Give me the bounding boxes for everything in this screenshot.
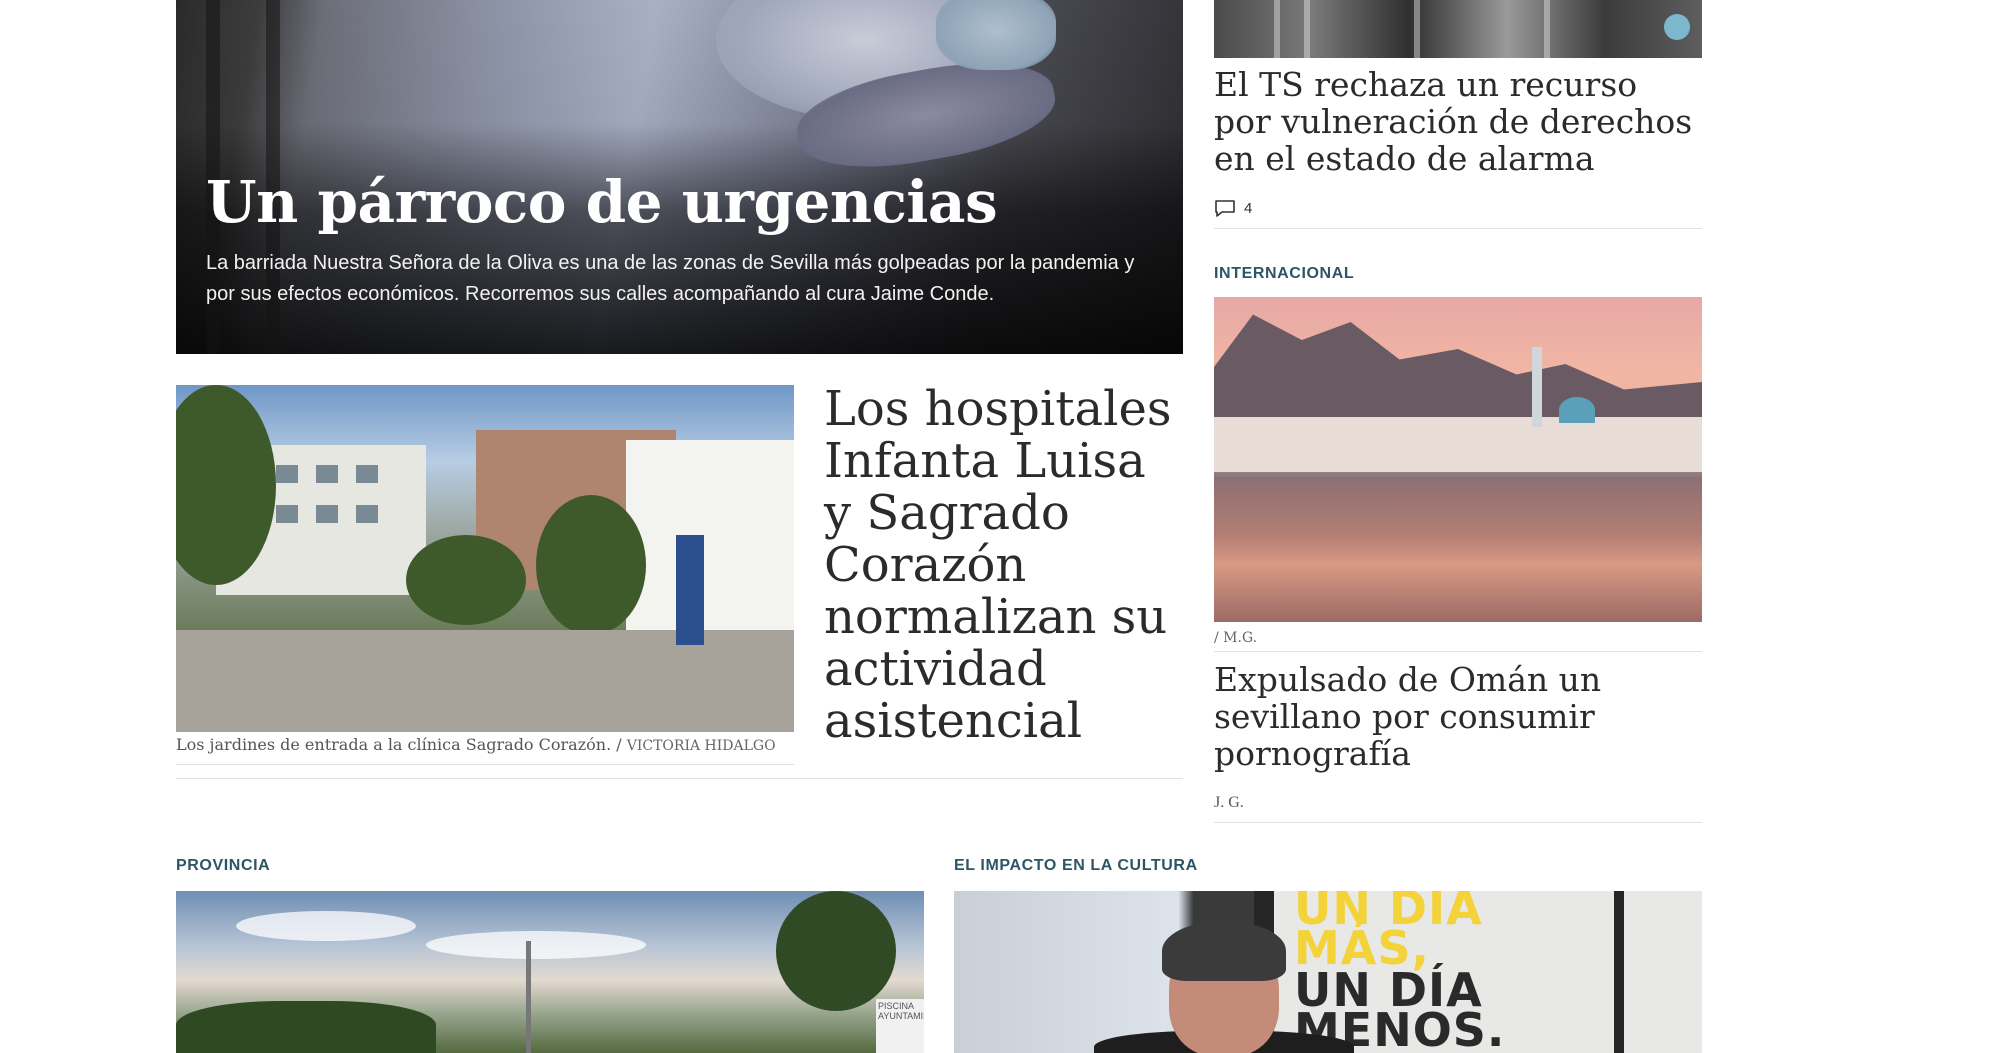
town-shape <box>1214 417 1702 472</box>
dome-shape <box>1559 397 1595 423</box>
hospital-story-title[interactable]: Los hospitales Infanta Luisa y Sagrado C… <box>824 383 1184 747</box>
pool-sign: PISCINA AYUNTAMIENTO <box>876 999 924 1053</box>
divider <box>1214 228 1702 229</box>
ts-story-image[interactable] <box>1214 0 1702 58</box>
section-label-cultura[interactable]: EL IMPACTO EN LA CULTURA <box>954 857 1198 875</box>
building-shape <box>626 440 794 630</box>
comment-icon <box>1215 200 1235 217</box>
divider <box>1214 822 1702 823</box>
trees-shape <box>176 1001 436 1053</box>
province-story-image[interactable]: PISCINA AYUNTAMIENTO <box>176 891 924 1053</box>
section-label-internacional[interactable]: INTERNACIONAL <box>1214 265 1354 283</box>
hero-subtitle: La barriada Nuestra Señora de la Oliva e… <box>206 252 1135 305</box>
pole-shape <box>526 941 531 1053</box>
ts-story-title[interactable]: El TS rechaza un recurso por vulneración… <box>1214 66 1702 177</box>
section-label-provincia[interactable]: PROVINCIA <box>176 857 270 875</box>
comment-count: 4 <box>1244 199 1253 217</box>
palm-tree-shape <box>776 891 896 1011</box>
oman-story-title[interactable]: Expulsado de Omán un sevillano por consu… <box>1214 661 1702 772</box>
tree-shape <box>536 495 646 635</box>
hero-story-link[interactable]: Un párroco de urgencias La barriada Nues… <box>176 0 1183 354</box>
hospital-story-image[interactable] <box>176 385 794 732</box>
divider <box>176 778 1183 779</box>
water-shape <box>1214 477 1702 622</box>
caption-text: Los jardines de entrada a la clínica Sag… <box>176 735 627 754</box>
photo-credit: VICTORIA HIDALGO <box>626 738 776 754</box>
culture-story-image[interactable]: UN DÍA MÁS, UN DÍA MENOS. <box>954 891 1702 1053</box>
photo-credit: / M.G. <box>1214 630 1258 646</box>
face-mask-shape <box>936 0 1056 70</box>
round-shape <box>1664 14 1690 40</box>
divider <box>1214 651 1702 652</box>
hero-title[interactable]: Un párroco de urgencias <box>206 168 998 236</box>
hospital-photo-caption: Los jardines de entrada a la clínica Sag… <box>176 735 794 765</box>
clinic-sign-shape <box>676 535 704 645</box>
speaker-hair-shape <box>1162 921 1286 981</box>
pavement-shape <box>176 630 794 732</box>
comments-link[interactable]: 4 <box>1214 198 1252 218</box>
author-byline: J. G. <box>1214 794 1244 811</box>
minaret-shape <box>1532 347 1542 427</box>
oman-story-image[interactable] <box>1214 297 1702 622</box>
tree-shape <box>406 535 526 625</box>
